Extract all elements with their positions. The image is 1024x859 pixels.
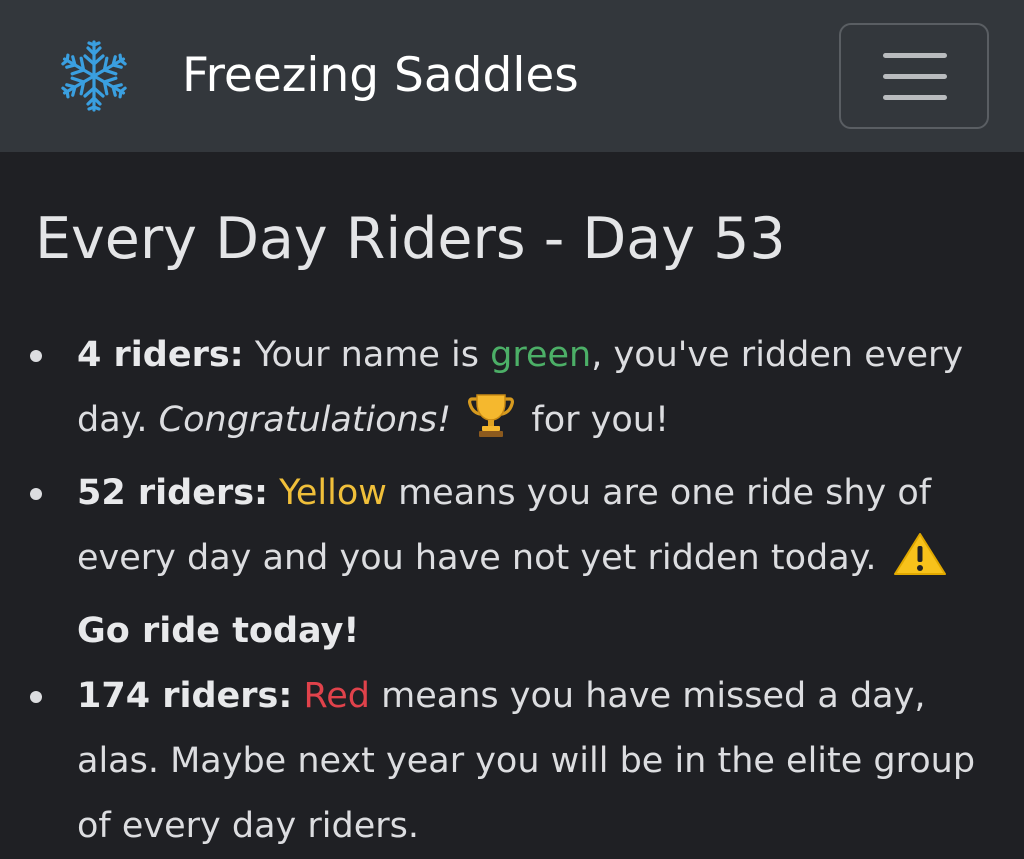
- congratulations-text: Congratulations!: [158, 400, 452, 440]
- navbar: Freezing Saddles: [0, 0, 1024, 152]
- legend-item-green: 4 riders: Your name is green, you've rid…: [0, 323, 1024, 461]
- red-color-word: Red: [303, 676, 371, 716]
- menu-toggle-button[interactable]: [839, 23, 989, 129]
- trophy-icon: [466, 393, 516, 461]
- legend-item-red: 174 riders: Red means you have missed a …: [0, 664, 1024, 859]
- brand-name[interactable]: Freezing Saddles: [182, 48, 579, 104]
- warning-icon: [892, 531, 948, 599]
- green-color-word: green: [490, 335, 592, 375]
- yellow-color-word: Yellow: [279, 473, 387, 513]
- green-count: 4 riders:: [77, 335, 244, 375]
- snowflake-icon[interactable]: [56, 38, 132, 114]
- legend-item-yellow: 52 riders: Yellow means you are one ride…: [0, 461, 1024, 664]
- red-count: 174 riders:: [77, 676, 293, 716]
- yellow-count: 52 riders:: [77, 473, 269, 513]
- go-ride-today-text: Go ride today!: [77, 611, 360, 651]
- rider-status-legend: 4 riders: Your name is green, you've rid…: [0, 323, 1024, 859]
- page-title: Every Day Riders - Day 53: [35, 206, 786, 272]
